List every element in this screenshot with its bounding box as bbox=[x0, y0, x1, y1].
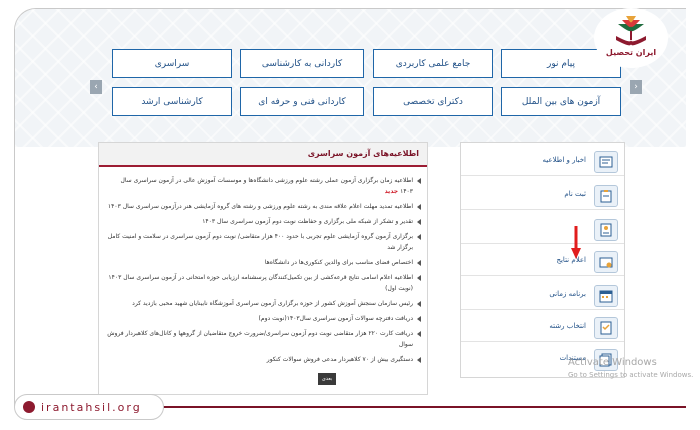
tile-applied-science[interactable]: جامع علمی کاربردی bbox=[373, 49, 493, 78]
news-panel: اطلاعیه‌های آزمون سراسری اطلاعیه زمان بر… bbox=[98, 142, 428, 395]
news-icon bbox=[594, 151, 618, 173]
sidebar-item-news[interactable]: اخبار و اطلاعیه bbox=[461, 147, 624, 176]
sidebar-item-schedule[interactable]: برنامه زمانی bbox=[461, 281, 624, 310]
id-card-icon bbox=[594, 219, 618, 241]
calendar-icon bbox=[594, 285, 618, 307]
news-list: اطلاعیه زمان برگزاری آزمون عملی رشته علو… bbox=[105, 175, 421, 369]
news-item[interactable]: دریافت کارت ۲۲۰ هزار متقاضی نوبت دوم آزم… bbox=[105, 328, 421, 350]
sidebar-menu: اخبار و اطلاعیه ثبت نام اعلام نتایج برنا… bbox=[460, 142, 625, 378]
sidebar-item-label: انتخاب رشته bbox=[549, 322, 586, 330]
news-panel-title: اطلاعیه‌های آزمون سراسری bbox=[99, 143, 427, 167]
news-item[interactable]: اختصاص فضای مناسب برای والدین کنکوری‌ها … bbox=[105, 257, 421, 268]
tile-associate-to-bachelor[interactable]: کاردانی به کارشناسی bbox=[240, 49, 364, 78]
news-item[interactable]: اطلاعیه اعلام اسامی نتایج قرعه‌کشی از بی… bbox=[105, 272, 421, 294]
tile-technical-vocational[interactable]: کاردانی فنی و حرفه ای bbox=[240, 87, 364, 116]
footer-divider bbox=[150, 406, 686, 408]
globe-icon bbox=[23, 401, 35, 413]
brand-logo bbox=[596, 10, 666, 66]
sidebar-item-field-selection[interactable]: انتخاب رشته bbox=[461, 313, 624, 342]
news-item[interactable]: اطلاعیه تمدید مهلت اعلام علاقه مندی به ر… bbox=[105, 201, 421, 212]
tile-phd[interactable]: دکترای تخصصی bbox=[373, 87, 493, 116]
book-logo-icon bbox=[616, 16, 646, 46]
sidebar-item-registration[interactable]: ثبت نام bbox=[461, 181, 624, 210]
news-item[interactable]: دستگیری بیش از ۷۰ کلاهبردار مدعی فروش سو… bbox=[105, 354, 421, 365]
site-url-badge[interactable]: irantahsil.org bbox=[14, 394, 164, 420]
sidebar-item-label: اخبار و اطلاعیه bbox=[542, 156, 586, 164]
news-item[interactable]: تقدیر و تشکر از شبکه ملی برگزاری و حفاظت… bbox=[105, 216, 421, 227]
sidebar-item-label: ثبت نام bbox=[564, 190, 586, 198]
news-item[interactable]: رئیس سازمان سنجش آموزش کشور از حوزه برگز… bbox=[105, 298, 421, 309]
results-icon bbox=[594, 251, 618, 273]
hero-next-arrow[interactable]: › bbox=[630, 80, 642, 94]
brand-logo-text: ایران تحصیل bbox=[605, 48, 657, 57]
hero-banner bbox=[15, 9, 686, 147]
hero-prev-arrow[interactable]: ‹ bbox=[90, 80, 102, 94]
checklist-icon bbox=[594, 317, 618, 339]
tile-masters[interactable]: کارشناسی ارشد bbox=[112, 87, 232, 116]
site-url-text: irantahsil.org bbox=[41, 400, 142, 414]
clipboard-icon bbox=[594, 185, 618, 207]
news-item[interactable]: برگزاری آزمون گروه آزمایشی علوم تجربی با… bbox=[105, 231, 421, 253]
tile-nationwide[interactable]: سراسری bbox=[112, 49, 232, 78]
red-arrow-annotation bbox=[571, 226, 581, 259]
sidebar-item-results[interactable]: اعلام نتایج bbox=[461, 247, 624, 276]
tile-international-exams[interactable]: آزمون های بین الملل bbox=[501, 87, 621, 116]
new-badge: جدید bbox=[384, 188, 399, 195]
more-button[interactable]: بعدی bbox=[318, 373, 336, 385]
activation-watermark: Activate Windows Go to Settings to activ… bbox=[568, 357, 694, 379]
sidebar-item-label: برنامه زمانی bbox=[549, 290, 586, 298]
news-item[interactable]: اطلاعیه زمان برگزاری آزمون عملی رشته علو… bbox=[105, 175, 421, 197]
sidebar-item-card[interactable] bbox=[461, 215, 624, 244]
news-item[interactable]: دریافت دفترچه سوالات آزمون سراسری سال۱۴۰… bbox=[105, 313, 421, 324]
